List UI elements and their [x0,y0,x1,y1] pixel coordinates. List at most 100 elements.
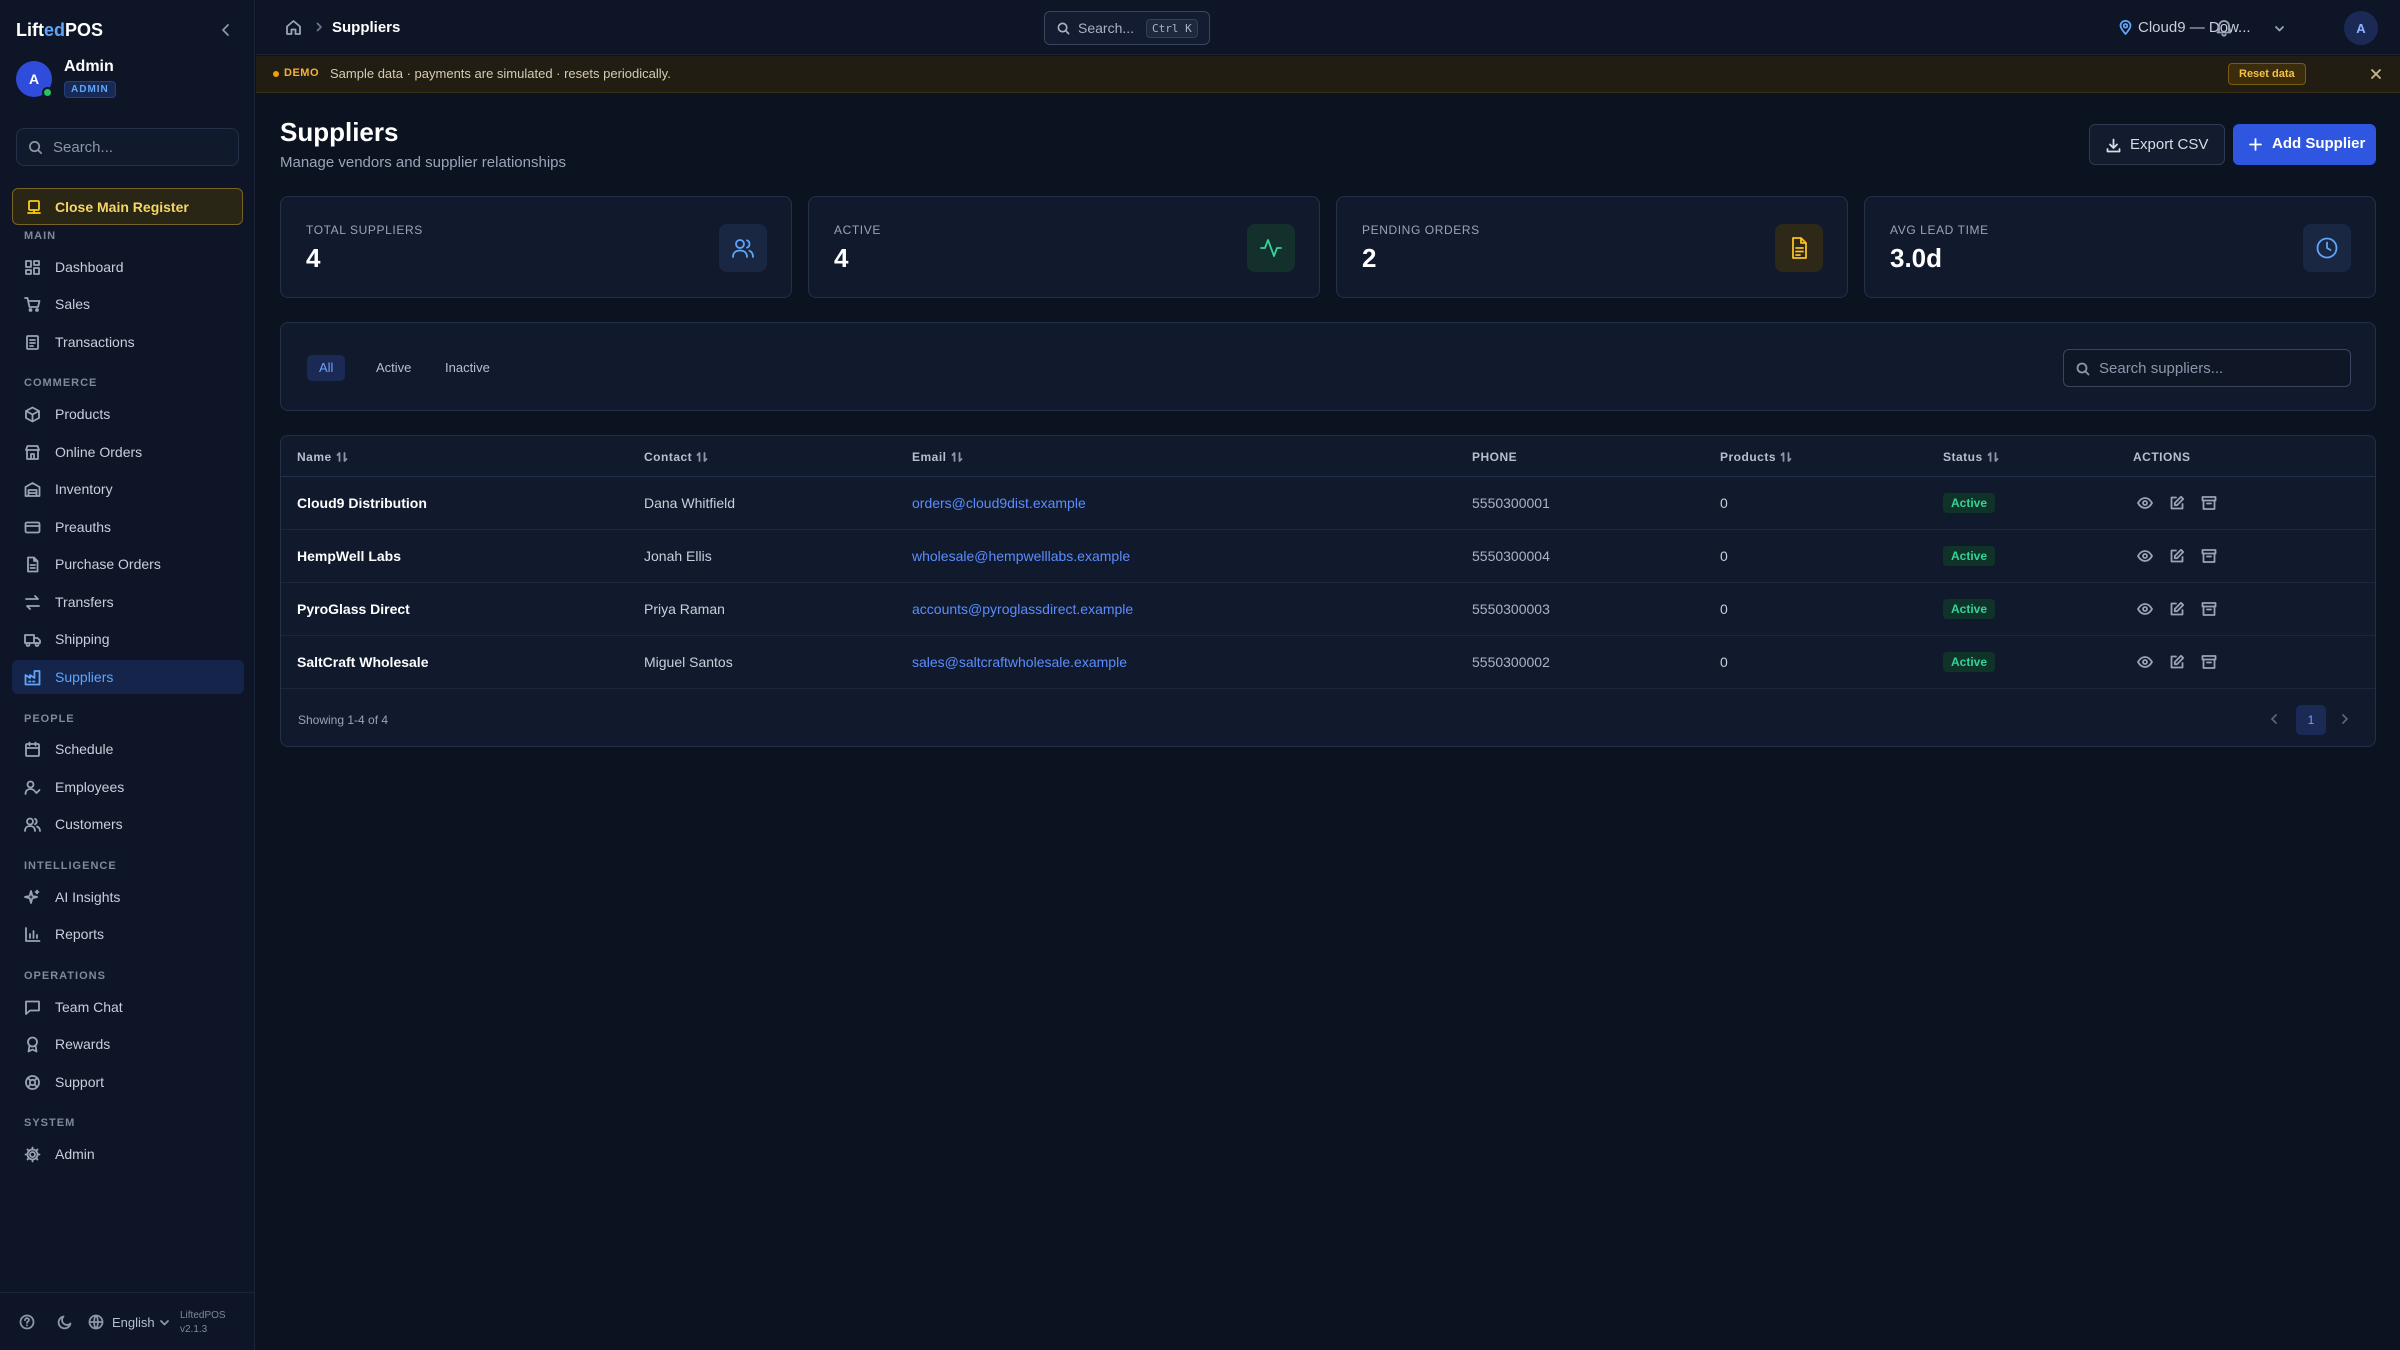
collapse-sidebar-icon[interactable] [216,20,236,40]
eye-icon[interactable] [2137,654,2153,670]
language-select[interactable]: English [112,1315,155,1330]
eye-icon[interactable] [2137,548,2153,564]
user-profile[interactable]: A Admin ADMIN [16,58,246,102]
sidebar-item-online-orders[interactable]: Online Orders [12,435,244,469]
supplier-search-placeholder: Search suppliers... [2099,360,2224,377]
sidebar-item-label: Online Orders [55,444,143,460]
eye-icon[interactable] [2137,601,2153,617]
location-selector[interactable]: Cloud9 — Dow... [2118,17,2298,39]
column-header-products[interactable]: Products [1720,450,1792,464]
sidebar-item-label: Inventory [55,481,113,497]
stat-label: AVG LEAD TIME [1890,223,1989,237]
export-csv-label: Export CSV [2130,136,2209,153]
edit-icon[interactable] [2169,495,2185,511]
edit-icon[interactable] [2169,601,2185,617]
sort-icon [1987,451,1999,463]
close-register-button[interactable]: Close Main Register [12,188,243,225]
tab-inactive[interactable]: Inactive [433,355,502,381]
sidebar-item-preauths[interactable]: Preauths [12,510,244,544]
edit-icon[interactable] [2169,654,2185,670]
tab-all[interactable]: All [307,355,346,381]
export-csv-button[interactable]: Export CSV [2089,124,2225,165]
brand-logo[interactable]: LiftedPOS [16,20,103,41]
sidebar-item-purchase-orders[interactable]: Purchase Orders [12,547,244,581]
sidebar-item-transactions[interactable]: Transactions [12,325,244,359]
sidebar-item-team-chat[interactable]: Team Chat [12,990,244,1024]
archive-icon[interactable] [2201,495,2217,511]
stat-value: 3.0d [1890,243,1943,273]
global-search-button[interactable]: Search... Ctrl K [1044,11,1210,45]
chevron-down-icon[interactable] [158,1316,171,1329]
sidebar-item-shipping[interactable]: Shipping [12,622,244,656]
pagination-page-1[interactable]: 1 [2296,705,2326,735]
sidebar-item-inventory[interactable]: Inventory [12,472,244,506]
archive-icon[interactable] [2201,548,2217,564]
table-row[interactable]: Cloud9 Distribution Dana Whitfield order… [281,477,2375,530]
sidebar-item-employees[interactable]: Employees [12,770,244,804]
eye-icon[interactable] [2137,495,2153,511]
supplier-name[interactable]: PyroGlass Direct [297,601,410,617]
warehouse-icon [24,481,41,498]
role-badge: ADMIN [64,81,116,98]
sidebar-item-customers[interactable]: Customers [12,807,244,841]
table-row[interactable]: HempWell Labs Jonah Ellis wholesale@hemp… [281,530,2375,583]
add-supplier-button[interactable]: Add Supplier [2233,124,2376,165]
breadcrumb-current: Suppliers [332,19,401,36]
moon-icon[interactable] [57,1314,73,1330]
stat-card-avg-lead-time: AVG LEAD TIME 3.0d [1864,196,2376,298]
supplier-email-link[interactable]: sales@saltcraftwholesale.example [912,654,1127,670]
supplier-email-link[interactable]: wholesale@hempwelllabs.example [912,548,1130,564]
sidebar-item-transfers[interactable]: Transfers [12,585,244,619]
sidebar-item-ai-insights[interactable]: AI Insights [12,880,244,914]
column-header-status[interactable]: Status [1943,450,1999,464]
reset-data-button[interactable]: Reset data [2228,63,2306,85]
archive-icon[interactable] [2201,601,2217,617]
supplier-contact: Miguel Santos [644,654,733,670]
sidebar-item-support[interactable]: Support [12,1065,244,1099]
section-title-people: PEOPLE [24,713,75,725]
page-subtitle: Manage vendors and supplier relationship… [280,154,567,171]
stat-card-total-suppliers: TOTAL SUPPLIERS 4 [280,196,792,298]
stat-value: 4 [834,243,849,273]
archive-icon[interactable] [2201,654,2217,670]
sidebar-item-suppliers[interactable]: Suppliers [12,660,244,694]
supplier-name[interactable]: Cloud9 Distribution [297,495,427,511]
supplier-contact: Jonah Ellis [644,548,712,564]
sidebar-item-reports[interactable]: Reports [12,917,244,951]
supplier-email-link[interactable]: orders@cloud9dist.example [912,495,1086,511]
sidebar-item-products[interactable]: Products [12,397,244,431]
supplier-name[interactable]: SaltCraft Wholesale [297,654,428,670]
sidebar-search-input[interactable]: Search... [16,128,239,166]
column-header-name[interactable]: Name [297,450,348,464]
column-header-contact[interactable]: Contact [644,450,708,464]
tab-active[interactable]: Active [364,355,423,381]
table-row[interactable]: SaltCraft Wholesale Miguel Santos sales@… [281,636,2375,689]
chevron-left-icon[interactable] [2267,712,2281,726]
help-icon[interactable] [19,1314,35,1330]
global-search-placeholder: Search... [1078,20,1135,36]
home-icon[interactable] [285,19,302,36]
supplier-phone: 5550300003 [1472,601,1550,617]
bell-icon[interactable] [2214,17,2234,37]
pagination-summary: Showing 1-4 of 4 [298,713,389,727]
sidebar-item-admin[interactable]: Admin [12,1137,244,1171]
close-icon[interactable] [2369,67,2383,81]
credit-card-icon [24,519,41,536]
sidebar-item-rewards[interactable]: Rewards [12,1027,244,1061]
supplier-name[interactable]: HempWell Labs [297,548,401,564]
chevron-right-icon [313,21,325,33]
sort-icon [951,451,963,463]
supplier-search-input[interactable]: Search suppliers... [2063,349,2351,387]
edit-icon[interactable] [2169,548,2185,564]
table-row[interactable]: PyroGlass Direct Priya Raman accounts@py… [281,583,2375,636]
chevron-right-icon[interactable] [2338,712,2352,726]
user-menu-avatar[interactable]: A [2344,11,2378,45]
demo-banner: DEMO Sample data · payments are simulate… [256,56,2400,93]
column-header-email[interactable]: Email [912,450,963,464]
supplier-phone: 5550300001 [1472,495,1550,511]
stat-card-active: ACTIVE 4 [808,196,1320,298]
sidebar-item-dashboard[interactable]: Dashboard [12,250,244,284]
sidebar-item-sales[interactable]: Sales [12,287,244,321]
supplier-email-link[interactable]: accounts@pyroglassdirect.example [912,601,1133,617]
sidebar-item-schedule[interactable]: Schedule [12,732,244,766]
